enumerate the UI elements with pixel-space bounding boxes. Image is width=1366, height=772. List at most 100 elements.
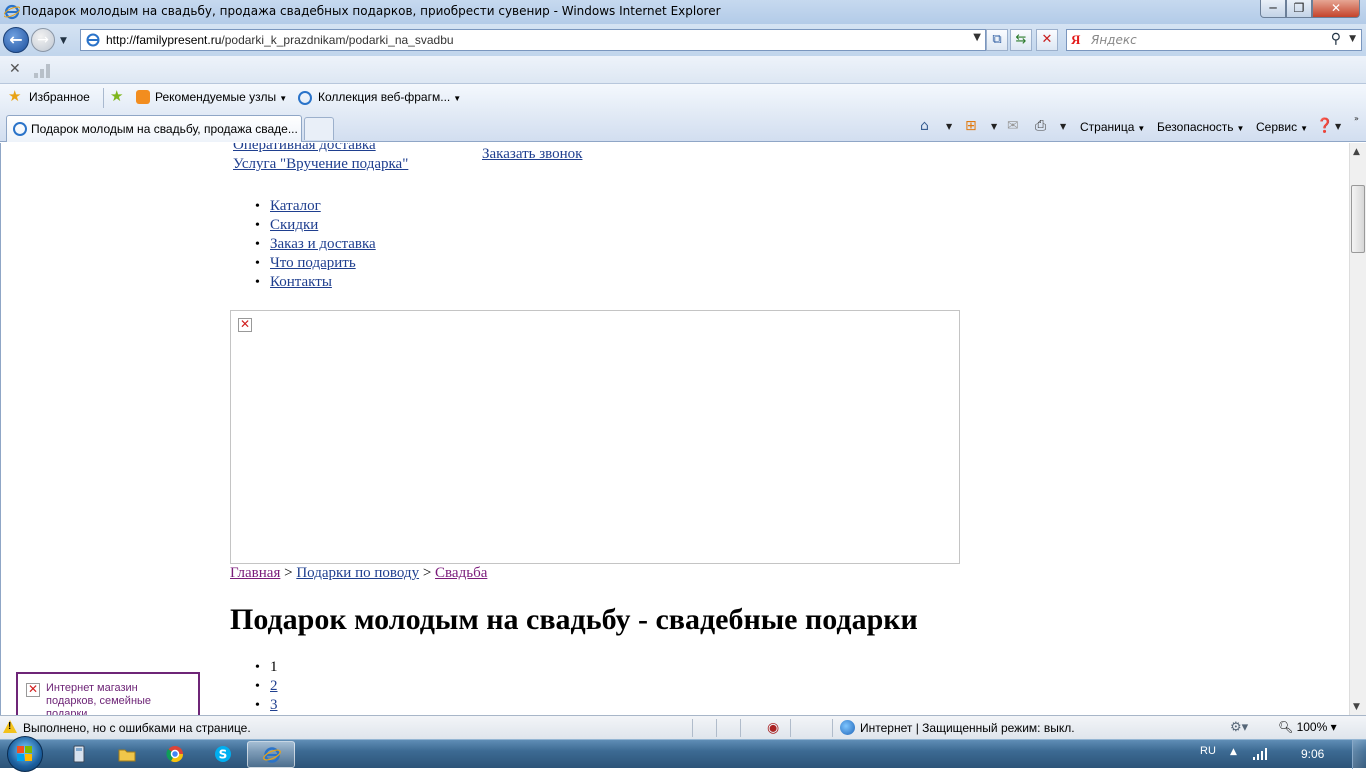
network-icon[interactable] [1253,748,1269,760]
mail-icon[interactable]: ✉ [1007,118,1019,134]
close-toolbar-icon[interactable]: ✕ [9,61,21,77]
help-dropdown-icon[interactable]: ▼ [1335,122,1341,131]
maximize-button[interactable]: ❐ [1286,0,1312,18]
order-call-link[interactable]: Заказать звонок [482,146,582,163]
breadcrumb-current[interactable]: Свадьба [435,565,487,581]
menu-link[interactable]: Каталог [270,198,321,214]
help-icon[interactable]: ❓ [1316,118,1333,134]
warning-mark: ! [8,721,12,732]
stop-icon[interactable]: ✕ [1036,29,1058,51]
vertical-scrollbar[interactable]: ▲ ▼ [1349,143,1366,715]
suggested-sites-label: Рекомендуемые узлы [155,90,277,104]
print-dropdown-icon[interactable]: ▼ [1060,122,1066,131]
page-number: 1 [270,659,278,675]
scroll-up-icon[interactable]: ▲ [1353,147,1360,157]
toolbar-overflow-icon[interactable]: » [1354,114,1359,123]
close-window-button[interactable]: ✕ [1312,0,1360,18]
skype-icon: S [215,746,231,762]
security-zone[interactable]: Интернет | Защищенный режим: выкл. [860,721,1075,735]
privacy-report-icon[interactable]: ◉ [767,719,779,736]
language-indicator[interactable]: RU [1200,745,1216,757]
recent-pages-dropdown-icon[interactable]: ▼ [60,36,67,46]
breadcrumb-home[interactable]: Главная [230,565,280,581]
tools-menu[interactable]: Сервис ▼ [1256,120,1308,134]
suggested-sites-link[interactable]: Рекомендуемые узлы ▼ [155,90,287,104]
taskbar-calculator[interactable] [55,741,103,768]
taskbar-explorer[interactable] [103,741,151,768]
suggested-sites-icon [136,90,150,104]
page-menu[interactable]: Страница ▼ [1080,120,1145,134]
extension-toolbar: ✕ [0,56,1366,84]
zoom-level[interactable]: 🔍︎ 100% ▾ [1278,720,1337,734]
quick-delivery-link[interactable]: Оперативная доставка [233,143,376,154]
search-options-dropdown-icon[interactable]: ▼ [1349,34,1356,44]
web-slice-gallery-icon [298,91,312,105]
separator [832,719,833,737]
windows-taskbar: S RU ▲ 9:06 [0,736,1366,772]
menu-link[interactable]: Контакты [270,274,332,290]
search-placeholder[interactable]: Яндекс [1091,33,1137,47]
chevron-down-icon: ▼ [1300,124,1309,133]
taskbar-skype[interactable]: S [199,741,247,768]
side-banner-alt-text: Интернет магазин подарков, семейные пода… [46,682,152,715]
breadcrumb-separator: > [284,565,293,581]
add-ons-icon[interactable]: ⚙▾ [1230,719,1248,735]
show-desktop-button[interactable] [1352,740,1366,769]
address-dropdown-icon[interactable]: ▼ [973,32,981,43]
menu-link[interactable]: Скидки [270,217,318,233]
status-message[interactable]: Выполнено, но с ошибками на странице. [23,721,251,735]
search-box[interactable]: Я Яндекс ⚲ ▼ [1066,29,1362,51]
page-link[interactable]: 3 [270,697,278,713]
url-path: /podarki_k_prazdnikam/podarki_na_svadbu [221,33,454,47]
search-icon[interactable]: ⚲ [1331,31,1341,47]
compatibility-view-icon[interactable]: ⧉ [986,29,1008,51]
clock[interactable]: 9:06 [1301,747,1324,761]
forward-button[interactable]: → [31,28,55,52]
page-icon [86,33,100,47]
minimize-button[interactable]: ─ [1260,0,1286,18]
taskbar-internet-explorer[interactable] [247,741,295,768]
favorites-button[interactable]: Избранное [29,90,90,104]
address-bar[interactable]: http://familypresent.ru/podarki_k_prazdn… [80,29,986,51]
favorites-star-icon[interactable]: ★ [8,87,21,105]
feeds-dropdown-icon[interactable]: ▼ [991,122,997,131]
tab-active[interactable]: Подарок молодым на свадьбу, продажа свад… [6,115,302,142]
web-slice-gallery-link[interactable]: Коллекция веб-фрагм... ▼ [318,90,461,104]
chevron-down-icon: ▼ [1137,124,1146,133]
show-hidden-icons-icon[interactable]: ▲ [1230,747,1237,757]
separator [790,719,791,737]
taskbar-chrome[interactable] [151,741,199,768]
url-domain: http://familypresent.ru [106,33,222,47]
zoom-value: 100% [1296,720,1328,734]
menu-item-contacts: Контакты [233,273,376,292]
new-tab-button[interactable] [304,117,334,140]
gift-service-link[interactable]: Услуга "Вручение подарка" [233,156,408,173]
address-toolbar: ← → ▼ http://familypresent.ru/podarki_k_… [0,24,1366,56]
window-title: Подарок молодым на свадьбу, продажа свад… [22,4,721,18]
start-button[interactable] [7,736,43,772]
window-title-bar[interactable]: Подарок молодым на свадьбу, продажа свад… [0,0,1366,24]
signal-bars-icon[interactable] [34,64,54,78]
scrollbar-thumb[interactable] [1351,185,1365,253]
home-icon[interactable]: ⌂ [920,118,929,134]
menu-item-discounts: Скидки [233,216,376,235]
side-banner[interactable]: ✕ Интернет магазин подарков, семейные по… [16,672,200,715]
menu-link[interactable]: Заказ и доставка [270,236,376,252]
scroll-down-icon[interactable]: ▼ [1353,702,1360,712]
page-title: Подарок молодым на свадьбу - свадебные п… [230,603,918,636]
breadcrumb: Главная > Подарки по поводу > Свадьба [230,565,487,582]
page-link[interactable]: 2 [270,678,278,694]
add-to-favorites-bar-icon[interactable]: ★ [110,87,123,105]
back-button[interactable]: ← [3,27,29,53]
separator [103,88,104,108]
web-slice-gallery-label: Коллекция веб-фрагм... [318,90,451,104]
home-dropdown-icon[interactable]: ▼ [946,122,952,131]
feeds-icon[interactable]: ⊞ [965,118,977,134]
breadcrumb-occasion[interactable]: Подарки по поводу [296,565,419,581]
menu-link[interactable]: Что подарить [270,255,356,271]
safety-menu[interactable]: Безопасность ▼ [1157,120,1244,134]
refresh-icon[interactable]: ⇆ [1010,29,1032,51]
address-url[interactable]: http://familypresent.ru/podarki_k_prazdn… [106,33,454,47]
calculator-icon [73,745,85,763]
print-icon[interactable]: ⎙ [1035,118,1046,134]
